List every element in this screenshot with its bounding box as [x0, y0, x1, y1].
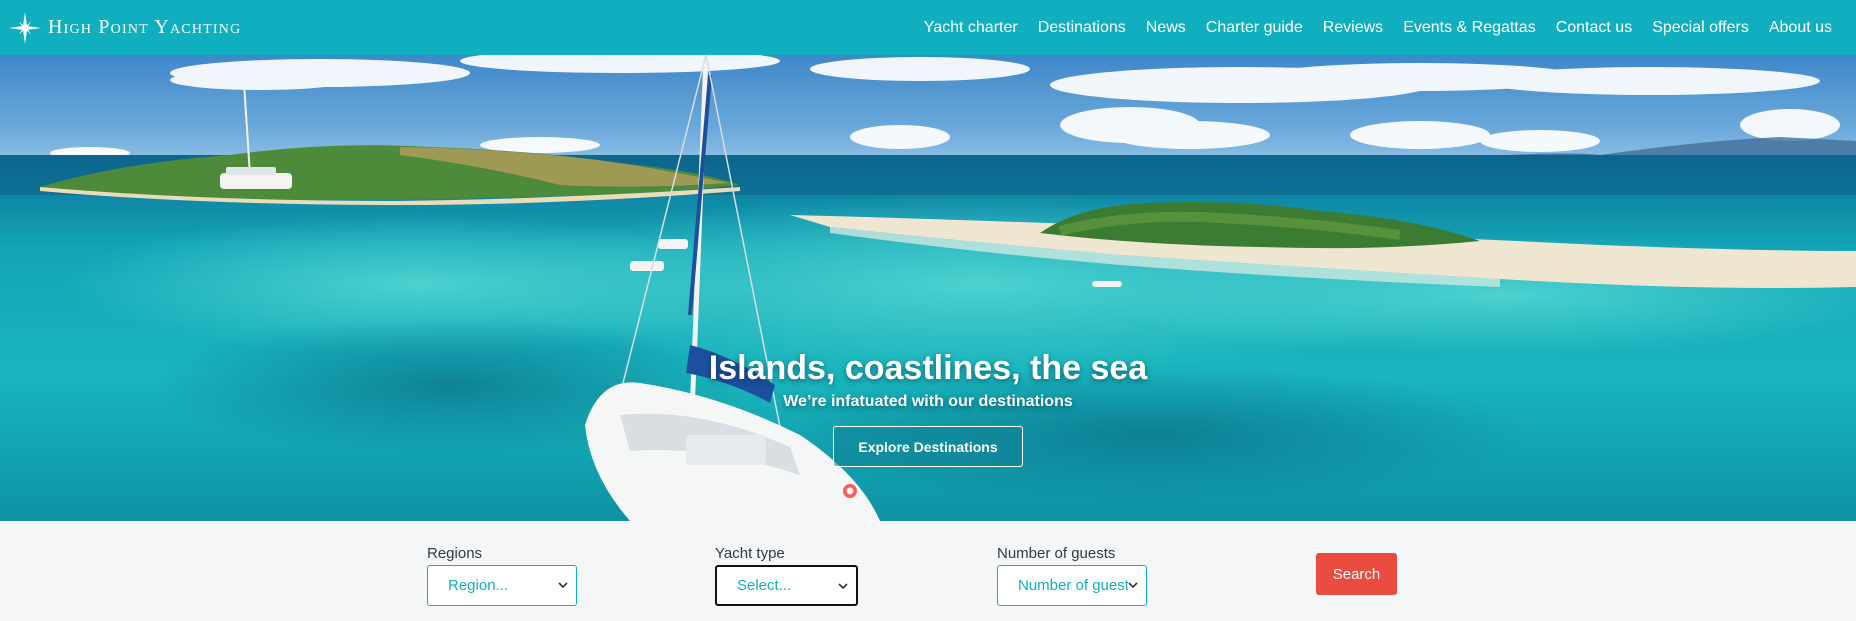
nav-item-destinations[interactable]: Destinations: [1028, 0, 1136, 55]
regions-field: Regions Region...: [427, 545, 577, 606]
yacht-type-label: Yacht type: [715, 545, 785, 562]
regions-select[interactable]: Region...: [427, 565, 577, 606]
brand-logo-link[interactable]: High Point Yachting: [8, 11, 241, 45]
yacht-type-select[interactable]: Select...: [715, 565, 858, 606]
regions-label: Regions: [427, 545, 483, 562]
charter-search-form: Regions Region... Yacht type Select... N…: [0, 521, 1856, 621]
nav-item-yacht-charter[interactable]: Yacht charter: [914, 0, 1028, 55]
hero-content: Islands, coastlines, the sea We’re infat…: [0, 55, 1856, 521]
nav-item-contact-us[interactable]: Contact us: [1546, 0, 1642, 55]
hero-title: Islands, coastlines, the sea: [708, 349, 1148, 387]
top-navigation: High Point Yachting Yacht charter Destin…: [0, 0, 1856, 55]
brand-name: High Point Yachting: [48, 16, 242, 38]
hero-banner: Islands, coastlines, the sea We’re infat…: [0, 55, 1856, 521]
guests-select-value: Number of guests: [1018, 577, 1137, 594]
nav-item-events-regattas[interactable]: Events & Regattas: [1393, 0, 1546, 55]
nav-item-about-us[interactable]: About us: [1759, 0, 1842, 55]
nav-item-reviews[interactable]: Reviews: [1313, 0, 1393, 55]
explore-destinations-button[interactable]: Explore Destinations: [833, 426, 1023, 467]
yacht-type-field: Yacht type Select...: [715, 545, 858, 606]
nav-item-news[interactable]: News: [1136, 0, 1196, 55]
guests-label: Number of guests: [997, 545, 1116, 562]
search-button[interactable]: Search: [1316, 553, 1397, 595]
compass-star-icon: [9, 11, 41, 44]
chevron-down-icon: [558, 582, 568, 589]
nav-item-special-offers[interactable]: Special offers: [1642, 0, 1759, 55]
regions-select-value: Region...: [448, 577, 509, 594]
hero-subtitle: We’re infatuated with our destinations: [783, 393, 1073, 410]
chevron-down-icon: [838, 583, 848, 590]
nav-item-charter-guide[interactable]: Charter guide: [1196, 0, 1313, 55]
guests-field: Number of guests Number of guests: [997, 545, 1147, 606]
main-menu: Yacht charter Destinations News Charter …: [914, 0, 1856, 55]
yacht-type-select-value: Select...: [737, 577, 792, 594]
guests-select[interactable]: Number of guests: [997, 565, 1147, 606]
chevron-down-icon: [1128, 580, 1138, 590]
